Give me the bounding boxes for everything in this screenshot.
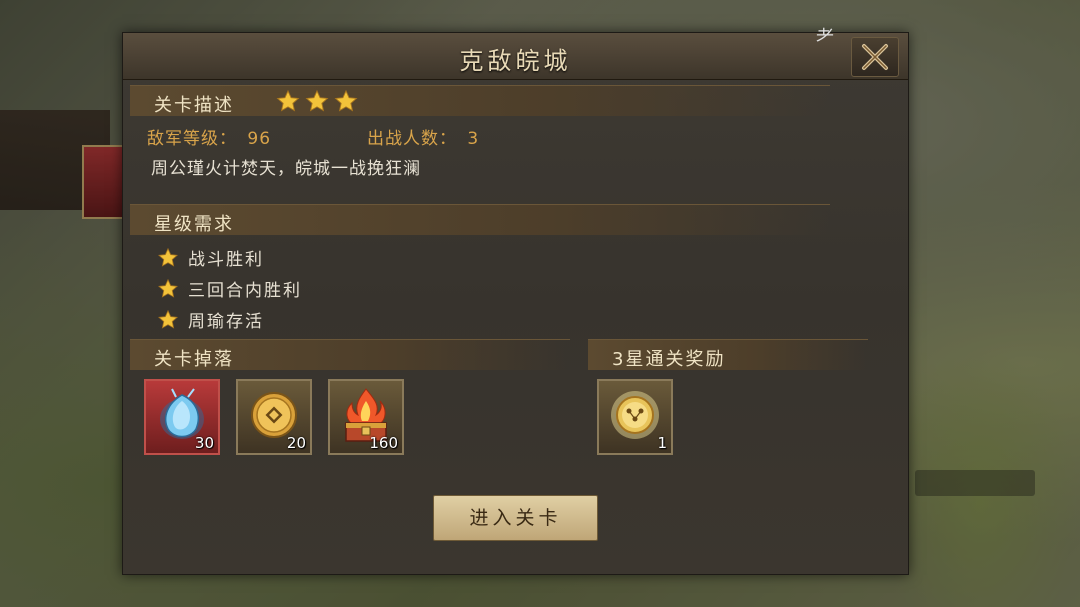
stage-star-rating xyxy=(276,89,358,117)
battle-count-label: 出战人数： xyxy=(367,129,457,149)
reward-label: 3星通关奖励 xyxy=(612,349,726,370)
star-icon xyxy=(158,247,178,267)
drops-bar: 关卡掉落 xyxy=(130,339,570,370)
requirement-text: 三回合内胜利 xyxy=(188,281,302,301)
requirement-item: 三回合内胜利 xyxy=(158,276,302,301)
dialog-header: 克敌皖城 xyxy=(123,33,908,80)
star-icon xyxy=(158,309,178,329)
drop-item-count: 20 xyxy=(286,434,306,452)
star-icon xyxy=(305,89,329,112)
enemy-level: 敌军等级： 96 xyxy=(147,124,271,149)
battle-count-value: 3 xyxy=(467,129,480,149)
corner-glyph: ⺹ xyxy=(816,26,834,47)
description-bar: 关卡描述 xyxy=(130,85,830,116)
drop-item-count: 160 xyxy=(369,434,398,452)
description-label: 关卡描述 xyxy=(154,95,234,116)
enter-stage-button[interactable]: 进入关卡 xyxy=(433,495,598,541)
enemy-level-label: 敌军等级： xyxy=(147,129,237,149)
star-requirements-bar: 星级需求 xyxy=(130,204,830,235)
drops-label: 关卡掉落 xyxy=(154,349,234,370)
drop-item-fire-chest[interactable]: 160 xyxy=(328,379,404,455)
reward-bar: 3星通关奖励 xyxy=(588,339,868,370)
drop-item-count: 30 xyxy=(194,434,214,452)
star-icon xyxy=(334,89,358,112)
enemy-level-value: 96 xyxy=(247,129,272,149)
stage-description: 周公瑾火计焚天，皖城一战挽狂澜 xyxy=(151,159,421,179)
drop-item-crystal[interactable]: 30 xyxy=(144,379,220,455)
requirement-text: 周瑜存活 xyxy=(188,312,264,332)
requirement-item: 周瑜存活 xyxy=(158,307,264,332)
battle-count: 出战人数： 3 xyxy=(367,124,479,149)
reward-item-token[interactable]: 1 xyxy=(597,379,673,455)
star-icon xyxy=(276,89,300,112)
drop-item-coin[interactable]: 20 xyxy=(236,379,312,455)
reward-item-count: 1 xyxy=(657,434,667,452)
close-button[interactable] xyxy=(851,37,899,77)
dialog-title: 克敌皖城 xyxy=(459,47,572,75)
star-requirements-label: 星级需求 xyxy=(154,214,234,235)
requirement-item: 战斗胜利 xyxy=(158,245,264,270)
close-x-icon xyxy=(862,44,888,70)
star-icon xyxy=(158,278,178,298)
requirement-text: 战斗胜利 xyxy=(188,250,264,270)
